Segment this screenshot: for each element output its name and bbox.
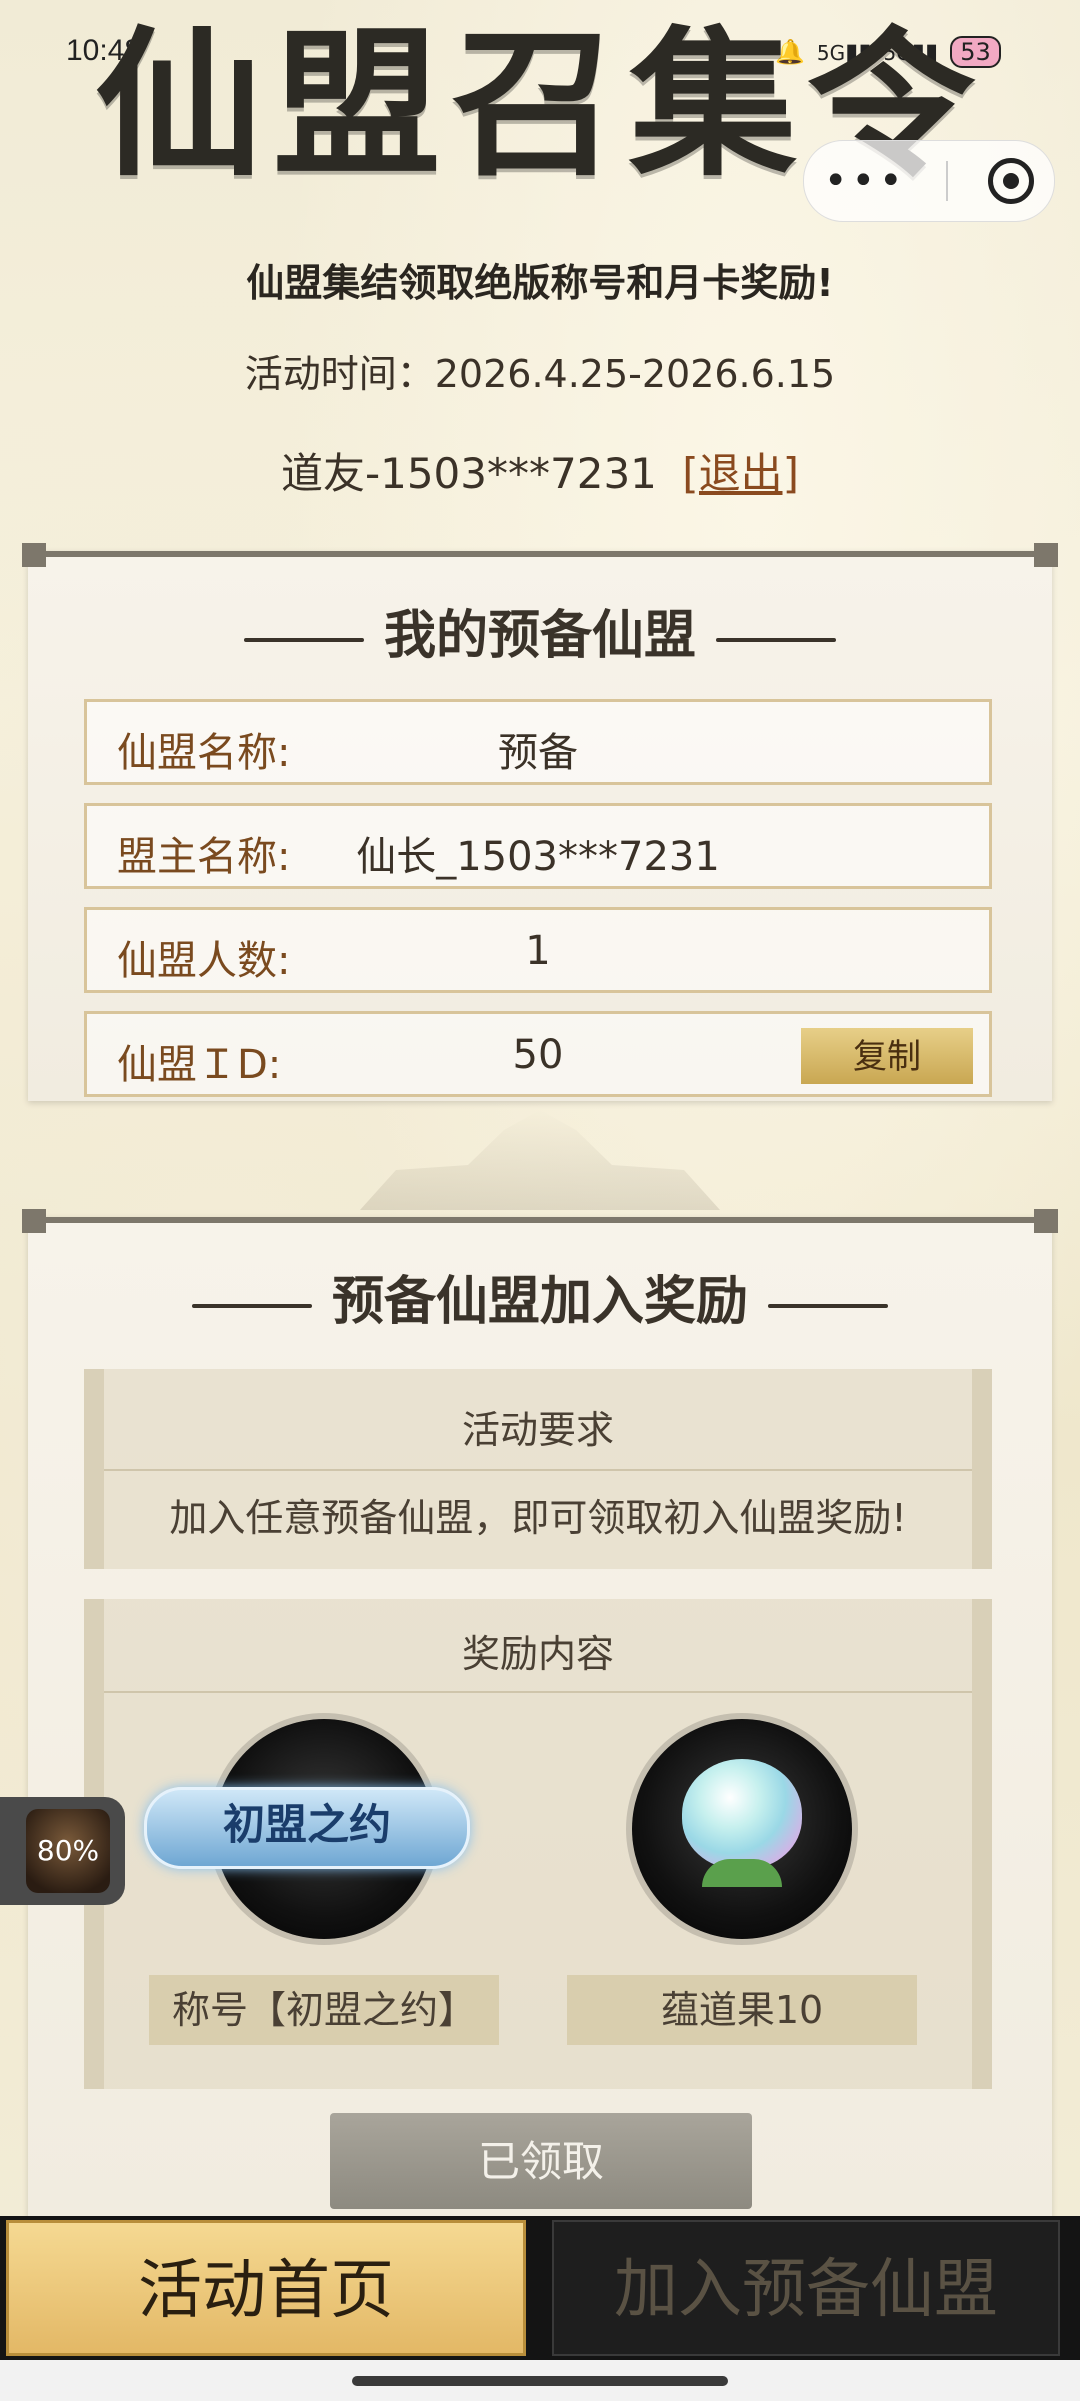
flourish-right — [768, 1303, 888, 1308]
close-target-icon[interactable] — [988, 158, 1035, 204]
reward-item-fruit: 蕴道果10 — [562, 1719, 922, 2045]
reward-name: 蕴道果10 — [567, 1975, 917, 2045]
alliance-name-value: 预备 — [498, 730, 578, 776]
join-reward-panel: 预备仙盟加入奖励 活动要求 加入任意预备仙盟，即可领取初入仙盟奖励! 奖励内容 … — [22, 1209, 1058, 2223]
tab-join[interactable]: 加入预备仙盟 — [552, 2220, 1060, 2356]
requirement-text: 加入任意预备仙盟，即可领取初入仙盟奖励! — [169, 1496, 907, 1540]
home-indicator[interactable] — [352, 2376, 728, 2386]
user-name: 道友-1503***7231 — [280, 449, 657, 498]
flourish-left — [243, 637, 364, 642]
reward-title: 奖励内容 — [461, 1632, 614, 1676]
flourish-right — [716, 637, 836, 642]
reward-name: 称号【初盟之约】 — [149, 1975, 499, 2045]
activity-time: 活动时间：2026.4.25-2026.6.15 — [244, 352, 836, 396]
claimed-button[interactable]: 已领取 — [330, 2113, 752, 2209]
bottom-tab-bar: 活动首页 加入预备仙盟 — [0, 2216, 1080, 2360]
pagoda-decoration — [360, 1110, 720, 1210]
requirement-box: 活动要求 加入任意预备仙盟，即可领取初入仙盟奖励! — [84, 1369, 992, 1569]
floating-widget[interactable]: 80% — [0, 1797, 125, 1905]
reward-item-title: 初盟之约 称号【初盟之约】 — [144, 1719, 504, 2045]
dao-fruit-icon — [682, 1759, 802, 1869]
reward-orb: 初盟之约 — [144, 1719, 470, 1939]
capsule-divider — [946, 161, 949, 201]
leader-name-value: 仙长_1503***7231 — [356, 834, 720, 880]
mini-program-capsule: ••• — [803, 140, 1055, 222]
logout-link[interactable]: [退出] — [682, 449, 799, 498]
alliance-id-row: 仙盟ＩD: 50 复制 — [84, 1011, 992, 1097]
more-icon[interactable]: ••• — [824, 158, 907, 204]
title-badge-icon: 初盟之约 — [144, 1787, 470, 1869]
member-count-row: 仙盟人数: 1 — [84, 907, 992, 993]
reward-divider — [104, 1691, 972, 1693]
leader-name-row: 盟主名称: 仙长_1503***7231 — [84, 803, 992, 889]
flourish-left — [191, 1303, 312, 1308]
alliance-name-row: 仙盟名称: 预备 — [84, 699, 992, 785]
my-alliance-panel: 我的预备仙盟 仙盟名称: 预备 盟主名称: 仙长_1503***7231 仙盟人… — [22, 543, 1058, 1101]
reward-box: 奖励内容 初盟之约 称号【初盟之约】 蕴道果10 — [84, 1599, 992, 2089]
copy-button[interactable]: 复制 — [801, 1028, 973, 1084]
member-count-value: 1 — [525, 928, 551, 974]
requirement-title: 活动要求 — [461, 1408, 614, 1452]
tab-home[interactable]: 活动首页 — [6, 2220, 526, 2356]
reward-orb — [632, 1719, 852, 1939]
floating-widget-icon: 80% — [26, 1809, 110, 1893]
join-reward-title: 预备仙盟加入奖励 — [28, 1259, 1052, 1334]
my-alliance-title: 我的预备仙盟 — [28, 593, 1052, 668]
system-nav-bar — [0, 2360, 1080, 2401]
leaf-decoration — [702, 1859, 782, 1887]
banner-subtitle: 仙盟集结领取绝版称号和月卡奖励! — [246, 261, 834, 305]
user-line: 道友-1503***7231 [退出] — [0, 440, 1080, 501]
requirement-divider — [104, 1469, 972, 1471]
